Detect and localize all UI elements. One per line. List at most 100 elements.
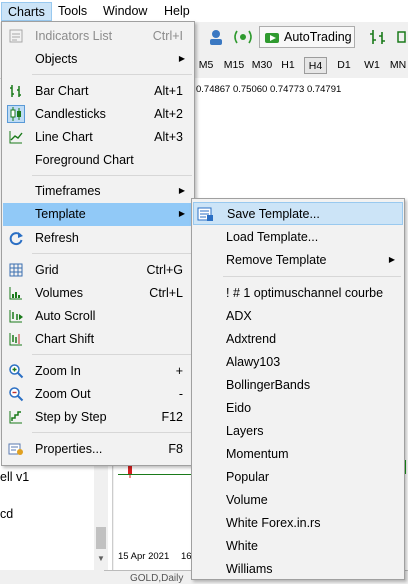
timeframe-mn[interactable]: MN	[388, 57, 408, 74]
template-item[interactable]: BollingerBands	[193, 374, 403, 397]
timeframe-h1[interactable]: H1	[278, 57, 298, 74]
menu-charts[interactable]: Charts	[1, 2, 52, 21]
menu-item-template[interactable]: Template ▶	[3, 203, 193, 226]
menu-item-label: Momentum	[226, 447, 289, 461]
signal-icon[interactable]	[231, 26, 255, 48]
menu-item-chart-shift[interactable]: Chart Shift	[3, 328, 193, 351]
menu-item-label: Timeframes	[35, 184, 101, 198]
menu-item-candlesticks[interactable]: Candlesticks Alt+2	[3, 103, 193, 126]
menu-item-timeframes[interactable]: Timeframes ▶	[3, 180, 193, 203]
zoom-out-icon	[9, 387, 24, 402]
menu-item-label: Save Template...	[227, 207, 320, 221]
menu-item-shortcut: Alt+3	[154, 130, 183, 144]
navigator-item[interactable]: cd	[0, 507, 13, 521]
menu-item-label: Grid	[35, 263, 59, 277]
menu-item-label: White	[226, 539, 258, 553]
menu-item-grid[interactable]: Grid Ctrl+G	[3, 259, 193, 282]
menu-item-label: ADX	[226, 309, 252, 323]
menu-item-auto-scroll[interactable]: Auto Scroll	[3, 305, 193, 328]
menu-item-step-by-step[interactable]: Step by Step F12	[3, 406, 193, 429]
menu-item-line-chart[interactable]: Line Chart Alt+3	[3, 126, 193, 149]
menu-item-label: Objects	[35, 52, 78, 66]
menu-separator	[32, 354, 192, 355]
menu-item-shortcut: F12	[161, 410, 183, 424]
menu-item-zoom-in[interactable]: Zoom In +	[3, 360, 193, 383]
timeframe-d1[interactable]: D1	[334, 57, 354, 74]
menu-item-label: Popular	[226, 470, 270, 484]
indicators-list-icon	[9, 29, 23, 43]
template-item[interactable]: Momentum	[193, 443, 403, 466]
navigator-item[interactable]: ell v1	[0, 470, 29, 484]
menu-item-label: Candlesticks	[35, 107, 106, 121]
chart-quote: 0.74867 0.75060 0.74773 0.74791	[196, 84, 342, 95]
chart-tab[interactable]: GOLD,Daily	[130, 573, 183, 584]
menu-item-label: Volumes	[35, 286, 83, 300]
menu-item-label: Auto Scroll	[35, 309, 96, 323]
template-item[interactable]: Popular	[193, 466, 403, 489]
template-item[interactable]: White	[193, 535, 403, 558]
account-icon[interactable]	[204, 26, 228, 48]
charts-menu: Indicators List Ctrl+I Objects ▶ Bar Cha…	[1, 21, 195, 466]
menu-item-remove-template[interactable]: Remove Template ▶	[193, 249, 403, 272]
menu-item-label: Line Chart	[35, 130, 93, 144]
timeframe-m30[interactable]: M30	[249, 57, 275, 74]
template-item[interactable]: Alawy103	[193, 351, 403, 374]
menu-item-label: Zoom In	[35, 364, 81, 378]
menu-item-label: Properties...	[35, 442, 103, 456]
template-item[interactable]: Volume	[193, 489, 403, 512]
date-label: 16	[181, 551, 192, 562]
chevron-right-icon: ▶	[178, 209, 185, 218]
scrollbar-thumb[interactable]	[96, 527, 106, 549]
menu-item-properties[interactable]: Properties... F8	[3, 438, 193, 461]
menu-help[interactable]: Help	[158, 2, 196, 21]
template-item[interactable]: ADX	[193, 305, 403, 328]
menu-item-save-template[interactable]: Save Template...	[193, 202, 403, 225]
template-item[interactable]: ! # 1 optimuschannel courbe	[193, 282, 403, 305]
scroll-down-icon[interactable]: ▼	[97, 554, 105, 563]
menu-item-label: Chart Shift	[35, 332, 95, 346]
menu-separator	[32, 432, 192, 433]
template-item[interactable]: White Forex.in.rs	[193, 512, 403, 535]
autotrading-button[interactable]: AutoTrading	[259, 26, 355, 48]
menu-item-label: Eido	[226, 401, 252, 415]
template-item[interactable]: Eido	[193, 397, 403, 420]
menu-item-label: Indicators List	[35, 29, 113, 43]
grid-icon	[9, 263, 23, 277]
candlesticks-toolbar-icon[interactable]	[394, 26, 408, 48]
timeframe-h4[interactable]: H4	[304, 57, 327, 74]
menu-item-label: BollingerBands	[226, 378, 311, 392]
template-item[interactable]: Williams	[193, 558, 403, 581]
menu-item-refresh[interactable]: Refresh	[3, 227, 193, 250]
menu-item-shortcut: Alt+2	[154, 107, 183, 121]
timeframe-w1[interactable]: W1	[361, 57, 383, 74]
timeframe-m5[interactable]: M5	[196, 57, 216, 74]
chevron-right-icon: ▶	[178, 54, 185, 63]
menu-item-indicators-list[interactable]: Indicators List Ctrl+I	[3, 25, 193, 48]
menu-window[interactable]: Window	[97, 2, 153, 21]
menu-item-shortcut: F8	[168, 442, 183, 456]
save-template-icon	[197, 207, 213, 221]
bar-chart-toolbar-icon[interactable]	[366, 26, 390, 48]
chart-shift-icon	[9, 333, 22, 346]
menu-bar: Charts Tools Window Help	[0, 0, 408, 23]
menu-separator	[223, 276, 401, 277]
menu-tools[interactable]: Tools	[52, 2, 93, 21]
candlestick-series	[128, 458, 132, 478]
menu-item-zoom-out[interactable]: Zoom Out -	[3, 383, 193, 406]
menu-item-volumes[interactable]: Volumes Ctrl+L	[3, 282, 193, 305]
menu-item-label: Template	[35, 207, 86, 221]
autotrading-label: AutoTrading	[284, 30, 352, 44]
menu-item-load-template[interactable]: Load Template...	[193, 226, 403, 249]
menu-item-foreground-chart[interactable]: Foreground Chart	[3, 149, 193, 172]
template-item[interactable]: Layers	[193, 420, 403, 443]
timeframe-m15[interactable]: M15	[221, 57, 247, 74]
menu-item-label: Load Template...	[226, 230, 319, 244]
chevron-right-icon: ▶	[178, 186, 185, 195]
template-item[interactable]: Adxtrend	[193, 328, 403, 351]
template-submenu: Save Template... Load Template... Remove…	[191, 198, 405, 580]
candlesticks-icon	[7, 105, 25, 123]
menu-item-bar-chart[interactable]: Bar Chart Alt+1	[3, 80, 193, 103]
menu-separator	[32, 175, 192, 176]
menu-item-objects[interactable]: Objects ▶	[3, 48, 193, 71]
refresh-icon	[9, 232, 23, 246]
